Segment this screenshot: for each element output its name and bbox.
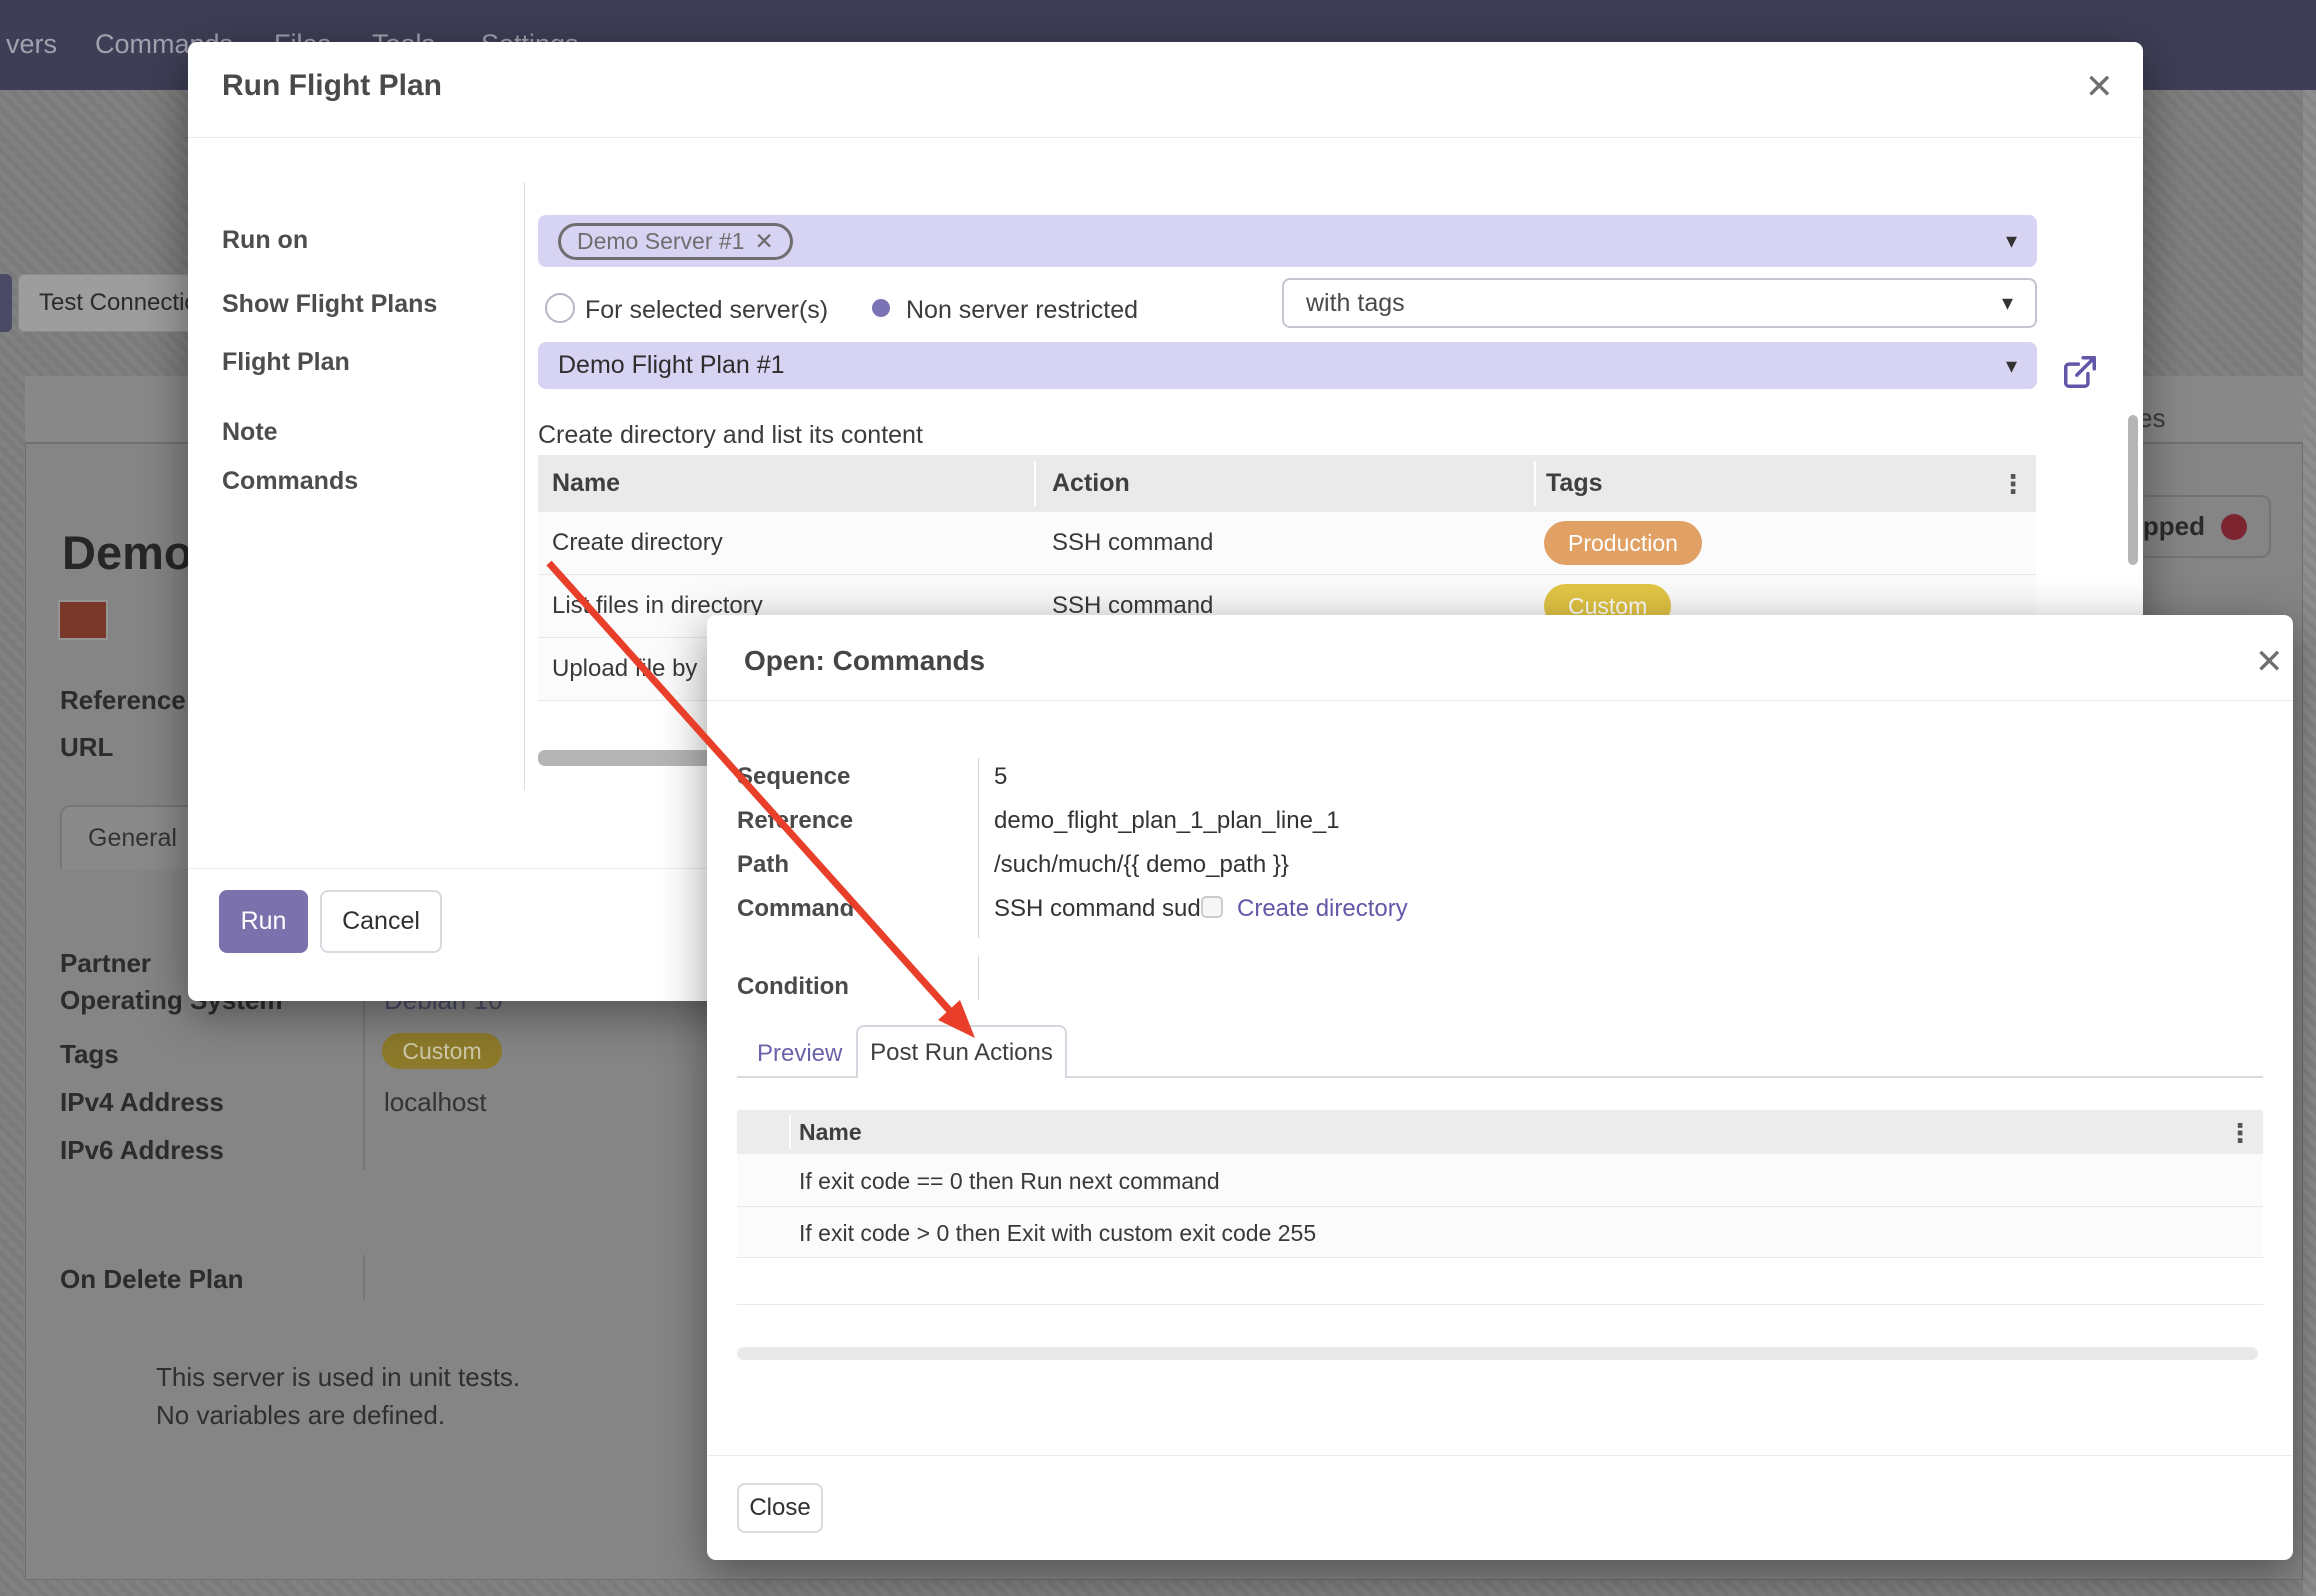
server-color-swatch[interactable]: [58, 600, 108, 640]
col-name[interactable]: Name: [799, 1119, 862, 1146]
flight-plan-select[interactable]: Demo Flight Plan #1 ▾: [538, 342, 2037, 389]
partner-label: Partner: [60, 948, 151, 979]
row-action: SSH command: [1052, 529, 1213, 557]
modal-vscrollbar-thumb[interactable]: [2128, 415, 2138, 565]
table-options-icon[interactable]: ⋮: [2227, 1118, 2253, 1149]
chevron-down-icon: ▾: [2002, 290, 2013, 316]
on-delete-plan-label: On Delete Plan: [60, 1264, 244, 1295]
radio-for-selected-servers[interactable]: [545, 293, 575, 323]
table-row[interactable]: If exit code == 0 then Run next command: [737, 1154, 2263, 1207]
run-button[interactable]: Run: [219, 890, 308, 953]
with-tags-value: with tags: [1306, 289, 1405, 318]
reference-label: Reference: [60, 685, 186, 716]
server-tag-label: Demo Server #1: [577, 228, 744, 255]
close-icon[interactable]: ✕: [2085, 70, 2114, 104]
row-name: Upload file by: [552, 655, 697, 683]
close-icon[interactable]: ✕: [2255, 645, 2284, 679]
tab-post-run-actions[interactable]: Post Run Actions: [856, 1025, 1067, 1078]
header-divider: [188, 137, 2143, 138]
sequence-value: 5: [994, 763, 1007, 791]
column-divider: [1534, 461, 1536, 506]
chevron-down-icon: ▾: [2006, 353, 2017, 379]
sequence-label: Sequence: [737, 763, 850, 791]
table-options-icon[interactable]: ⋮: [2000, 469, 2026, 500]
column-divider: [789, 1115, 791, 1149]
note-label: Note: [222, 418, 278, 447]
remove-tag-icon[interactable]: ✕: [754, 228, 773, 255]
action-name: If exit code > 0 then Exit with custom e…: [799, 1220, 1316, 1247]
tags-label: Tags: [60, 1039, 119, 1070]
empty-row: [737, 1258, 2263, 1305]
col-tags[interactable]: Tags: [1546, 469, 1603, 498]
ipv6-label: IPv6 Address: [60, 1135, 224, 1166]
open-flight-plan-external-icon[interactable]: [2061, 353, 2099, 391]
run-on-field[interactable]: Demo Server #1 ✕ ▾: [538, 215, 2037, 267]
actions-table-header[interactable]: Name ⋮: [737, 1110, 2263, 1154]
with-tags-select[interactable]: with tags ▾: [1282, 278, 2037, 328]
open-commands-modal: Open: Commands ✕ Sequence Reference Path…: [707, 615, 2293, 1560]
action-name: If exit code == 0 then Run next command: [799, 1168, 1220, 1195]
tag-badge[interactable]: Production: [1544, 521, 1702, 565]
status-dot-icon: [2221, 514, 2247, 540]
command-checkbox[interactable]: [1201, 896, 1223, 918]
tags-custom-badge[interactable]: Custom: [382, 1033, 502, 1069]
background-button-fragment[interactable]: [0, 274, 12, 332]
plan-description: Create directory and list its content: [538, 421, 923, 450]
commands-label: Commands: [222, 467, 358, 496]
server-tag-pill[interactable]: Demo Server #1 ✕: [558, 223, 793, 260]
command-label: Command: [737, 895, 854, 923]
plan-table-header[interactable]: Name Action Tags ⋮: [538, 455, 2036, 512]
screenshot-root: vers Commands Files Tools Settings Test …: [0, 0, 2316, 1596]
header-divider: [707, 700, 2293, 701]
nav-item-servers[interactable]: vers: [6, 29, 57, 60]
condition-label: Condition: [737, 973, 849, 1001]
field-divider: [978, 758, 979, 938]
footer-divider: [707, 1455, 2293, 1456]
reference-value: demo_flight_plan_1_plan_line_1: [994, 807, 1340, 835]
modal-title: Run Flight Plan: [222, 69, 442, 103]
cancel-button[interactable]: Cancel: [320, 890, 442, 953]
tab-preview[interactable]: Preview: [757, 1040, 842, 1068]
create-directory-link[interactable]: Create directory: [1237, 895, 1408, 923]
unit-test-note: This server is used in unit tests.: [156, 1362, 520, 1393]
table-row[interactable]: If exit code > 0 then Exit with custom e…: [737, 1207, 2263, 1258]
label-column-divider: [524, 182, 525, 790]
actions-hscrollbar[interactable]: [737, 1347, 2258, 1360]
row-name: Create directory: [552, 529, 723, 557]
run-on-label: Run on: [222, 226, 308, 255]
path-label: Path: [737, 851, 789, 879]
field-divider: [978, 955, 979, 1000]
col-action[interactable]: Action: [1052, 469, 1130, 498]
radio-for-selected-servers-label[interactable]: For selected server(s): [585, 296, 828, 325]
command-value: SSH command sudo: [994, 895, 1214, 923]
path-value: /such/much/{{ demo_path }}: [994, 851, 1289, 879]
ipv4-value: localhost: [384, 1087, 487, 1118]
radio-non-server-restricted[interactable]: [872, 299, 890, 317]
form-divider: [363, 1255, 365, 1300]
url-label: URL: [60, 732, 113, 763]
flight-plan-value: Demo Flight Plan #1: [558, 351, 785, 380]
show-flight-plans-label: Show Flight Plans: [222, 290, 437, 319]
modal-title: Open: Commands: [744, 645, 985, 677]
chevron-down-icon[interactable]: ▾: [2006, 228, 2017, 254]
page-scroll-gutter[interactable]: [2303, 90, 2316, 1596]
col-name[interactable]: Name: [552, 469, 620, 498]
flight-plan-label: Flight Plan: [222, 348, 350, 377]
no-variables-note: No variables are defined.: [156, 1400, 445, 1431]
reference-label: Reference: [737, 807, 853, 835]
ipv4-label: IPv4 Address: [60, 1087, 224, 1118]
radio-non-server-restricted-label[interactable]: Non server restricted: [906, 296, 1138, 325]
table-row[interactable]: Create directory SSH command Production: [538, 512, 2036, 575]
column-divider: [1034, 461, 1036, 506]
close-button[interactable]: Close: [737, 1483, 823, 1533]
